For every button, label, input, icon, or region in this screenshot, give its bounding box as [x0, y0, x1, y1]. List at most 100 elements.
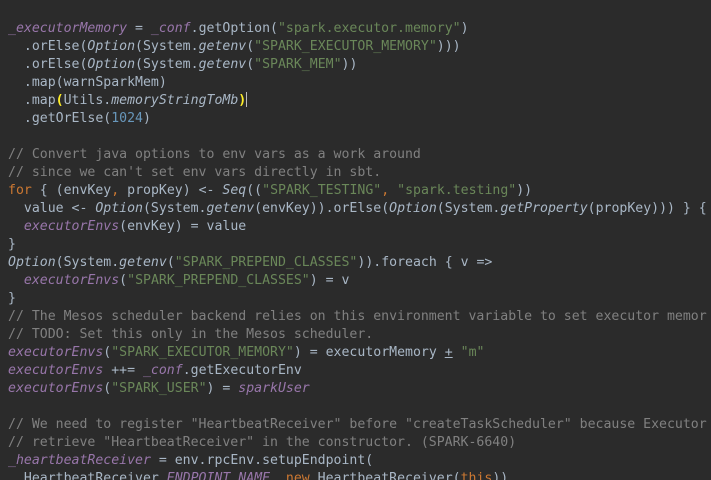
code-line[interactable]: for { (envKey, propKey) <- Seq(("SPARK_T… [8, 182, 707, 200]
code-token: Option [87, 39, 136, 54]
code-token: getProperty [500, 201, 588, 216]
code-token: )) [341, 57, 358, 72]
code-token: this [460, 471, 493, 480]
code-token: memoryStringToMb [111, 93, 239, 108]
code-token: "SPARK_MEM" [254, 57, 342, 72]
code-token: // since we can't set env vars directly … [8, 165, 382, 180]
code-token: getenv [206, 201, 255, 216]
code-token: "spark.testing" [397, 183, 517, 198]
code-line[interactable] [8, 398, 707, 416]
code-line[interactable]: } [8, 236, 707, 254]
code-line[interactable]: } [8, 290, 707, 308]
code-token: ( [55, 93, 64, 108]
code-token: getenv [198, 39, 247, 54]
code-token: executorEnvs [8, 345, 104, 360]
code-token: , [381, 183, 390, 198]
code-token: (( [246, 183, 263, 198]
code-line[interactable]: .map(Utils.memoryStringToMb) [8, 92, 707, 110]
code-token: "SPARK_PREPEND_CLASSES" [174, 255, 358, 270]
code-line[interactable] [8, 128, 707, 146]
code-line[interactable]: _executorMemory = _conf.getOption("spark… [8, 20, 707, 38]
code-token: "SPARK_EXECUTOR_MEMORY" [254, 39, 437, 54]
code-lines: _executorMemory = _conf.getOption("spark… [8, 20, 707, 480]
code-token: } [8, 291, 16, 306]
code-line[interactable]: Option(System.getenv("SPARK_PREPEND_CLAS… [8, 254, 707, 272]
code-token: ) = [206, 381, 239, 396]
code-editor[interactable]: _executorMemory = _conf.getOption("spark… [0, 0, 711, 480]
code-token: "m" [460, 345, 485, 360]
code-token: (System. [142, 201, 207, 216]
code-token: executorEnvs [23, 273, 120, 288]
code-token: .getOrElse( [8, 111, 112, 126]
code-token: _conf [150, 21, 191, 36]
code-line[interactable]: HeartbeatReceiver.ENDPOINT_NAME, new Hea… [8, 470, 707, 480]
code-line[interactable]: // since we can't set env vars directly … [8, 164, 707, 182]
code-token: ) [142, 111, 151, 126]
code-token: // The Mesos scheduler backend relies on… [8, 309, 707, 324]
code-line[interactable]: // retrieve "HeartbeatReceiver" in the c… [8, 434, 707, 452]
code-line[interactable]: // TODO: Set this only in the Mesos sche… [8, 326, 707, 344]
code-token: propKey) <- [119, 183, 223, 198]
code-token: ENDPOINT_NAME [166, 471, 271, 480]
code-token: .getExecutorEnv [182, 363, 302, 378]
code-token: _executorMemory [8, 21, 128, 36]
code-line[interactable]: .orElse(Option(System.getenv("SPARK_EXEC… [8, 38, 707, 56]
code-token: = env.rpcEnv.setupEndpoint( [150, 453, 374, 468]
code-token: ( [246, 57, 255, 72]
code-token: )).foreach { v => [357, 255, 493, 270]
code-line[interactable]: executorEnvs("SPARK_USER") = sparkUser [8, 380, 707, 398]
code-token: "SPARK_PREPEND_CLASSES" [127, 273, 310, 288]
code-token: (System. [55, 255, 120, 270]
code-token: sparkUser [238, 381, 310, 396]
code-line[interactable]: // The Mesos scheduler backend relies on… [8, 308, 707, 326]
code-token: , [270, 471, 286, 480]
code-token: } [8, 237, 16, 252]
code-line[interactable]: // We need to register "HeartbeatReceive… [8, 416, 707, 434]
code-token: ) = v [309, 273, 350, 288]
code-token: ( [119, 273, 128, 288]
code-token: (System. [135, 39, 199, 54]
code-token: Option [95, 201, 143, 216]
code-token: { (envKey [31, 183, 112, 198]
code-token: .getOption( [190, 21, 278, 36]
code-token: // Convert java options to env vars as a… [8, 147, 421, 162]
code-token: Option [389, 201, 437, 216]
code-line[interactable]: .orElse(Option(System.getenv("SPARK_MEM"… [8, 56, 707, 74]
code-line[interactable]: executorEnvs(envKey) = value [8, 218, 707, 236]
code-line[interactable]: executorEnvs("SPARK_EXECUTOR_MEMORY") = … [8, 344, 707, 362]
code-token: )) [492, 471, 509, 480]
code-token: ( [246, 39, 255, 54]
code-line[interactable]: _heartbeatReceiver = env.rpcEnv.setupEnd… [8, 452, 707, 470]
text-caret [246, 92, 248, 107]
code-line[interactable]: .map(warnSparkMem) [8, 74, 707, 92]
code-line[interactable]: value <- Option(System.getenv(envKey)).o… [8, 200, 707, 218]
code-token: )) [516, 183, 533, 198]
code-token: .map(warnSparkMem) [8, 75, 167, 90]
code-line[interactable]: .getOrElse(1024) [8, 110, 707, 128]
code-token: new [285, 471, 310, 480]
code-token: (System. [436, 201, 501, 216]
code-token: _heartbeatReceiver [8, 453, 151, 468]
code-token: ( [166, 255, 175, 270]
code-line[interactable]: executorEnvs ++= _conf.getExecutorEnv [8, 362, 707, 380]
code-token: _conf [142, 363, 183, 378]
code-token: Seq [222, 183, 247, 198]
code-token: "SPARK_TESTING" [262, 183, 382, 198]
code-token: getenv [198, 57, 247, 72]
code-token: = [127, 21, 151, 36]
code-token: ) = executorMemory [293, 345, 445, 360]
code-token: (envKey) = value [119, 219, 247, 234]
code-token: + [444, 345, 453, 360]
code-token: HeartbeatReceiver. [8, 471, 167, 480]
code-line[interactable]: executorEnvs("SPARK_PREPEND_CLASSES") = … [8, 272, 707, 290]
code-line[interactable]: // Convert java options to env vars as a… [8, 146, 707, 164]
code-token: "SPARK_USER" [111, 381, 207, 396]
code-token: .orElse( [8, 39, 88, 54]
code-token: executorEnvs [23, 219, 120, 234]
code-token: 1024 [111, 111, 143, 126]
code-token: // We need to register "HeartbeatReceive… [8, 417, 707, 432]
code-token: getenv [119, 255, 167, 270]
